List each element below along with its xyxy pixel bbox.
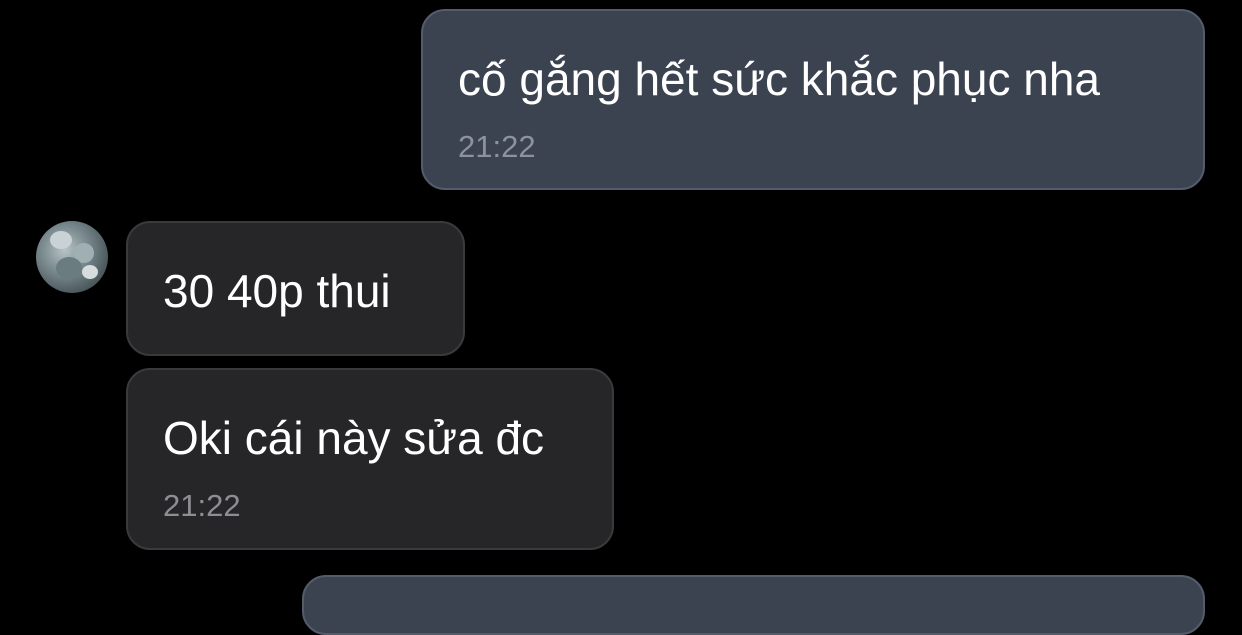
- received-message-bubble[interactable]: Oki cái này sửa đc 21:22: [126, 368, 614, 550]
- contact-avatar[interactable]: [36, 221, 108, 293]
- message-text: cố gắng hết sức khắc phục nha: [458, 53, 1101, 105]
- message-text: Oki cái này sửa đc: [163, 412, 545, 464]
- message-timestamp: 21:22: [458, 129, 536, 164]
- sent-message-bubble[interactable]: [302, 575, 1205, 635]
- received-message-bubble[interactable]: 30 40p thui: [126, 221, 465, 356]
- message-text: 30 40p thui: [163, 265, 391, 317]
- sent-message-bubble[interactable]: cố gắng hết sức khắc phục nha 21:22: [421, 9, 1205, 190]
- message-timestamp: 21:22: [163, 488, 241, 523]
